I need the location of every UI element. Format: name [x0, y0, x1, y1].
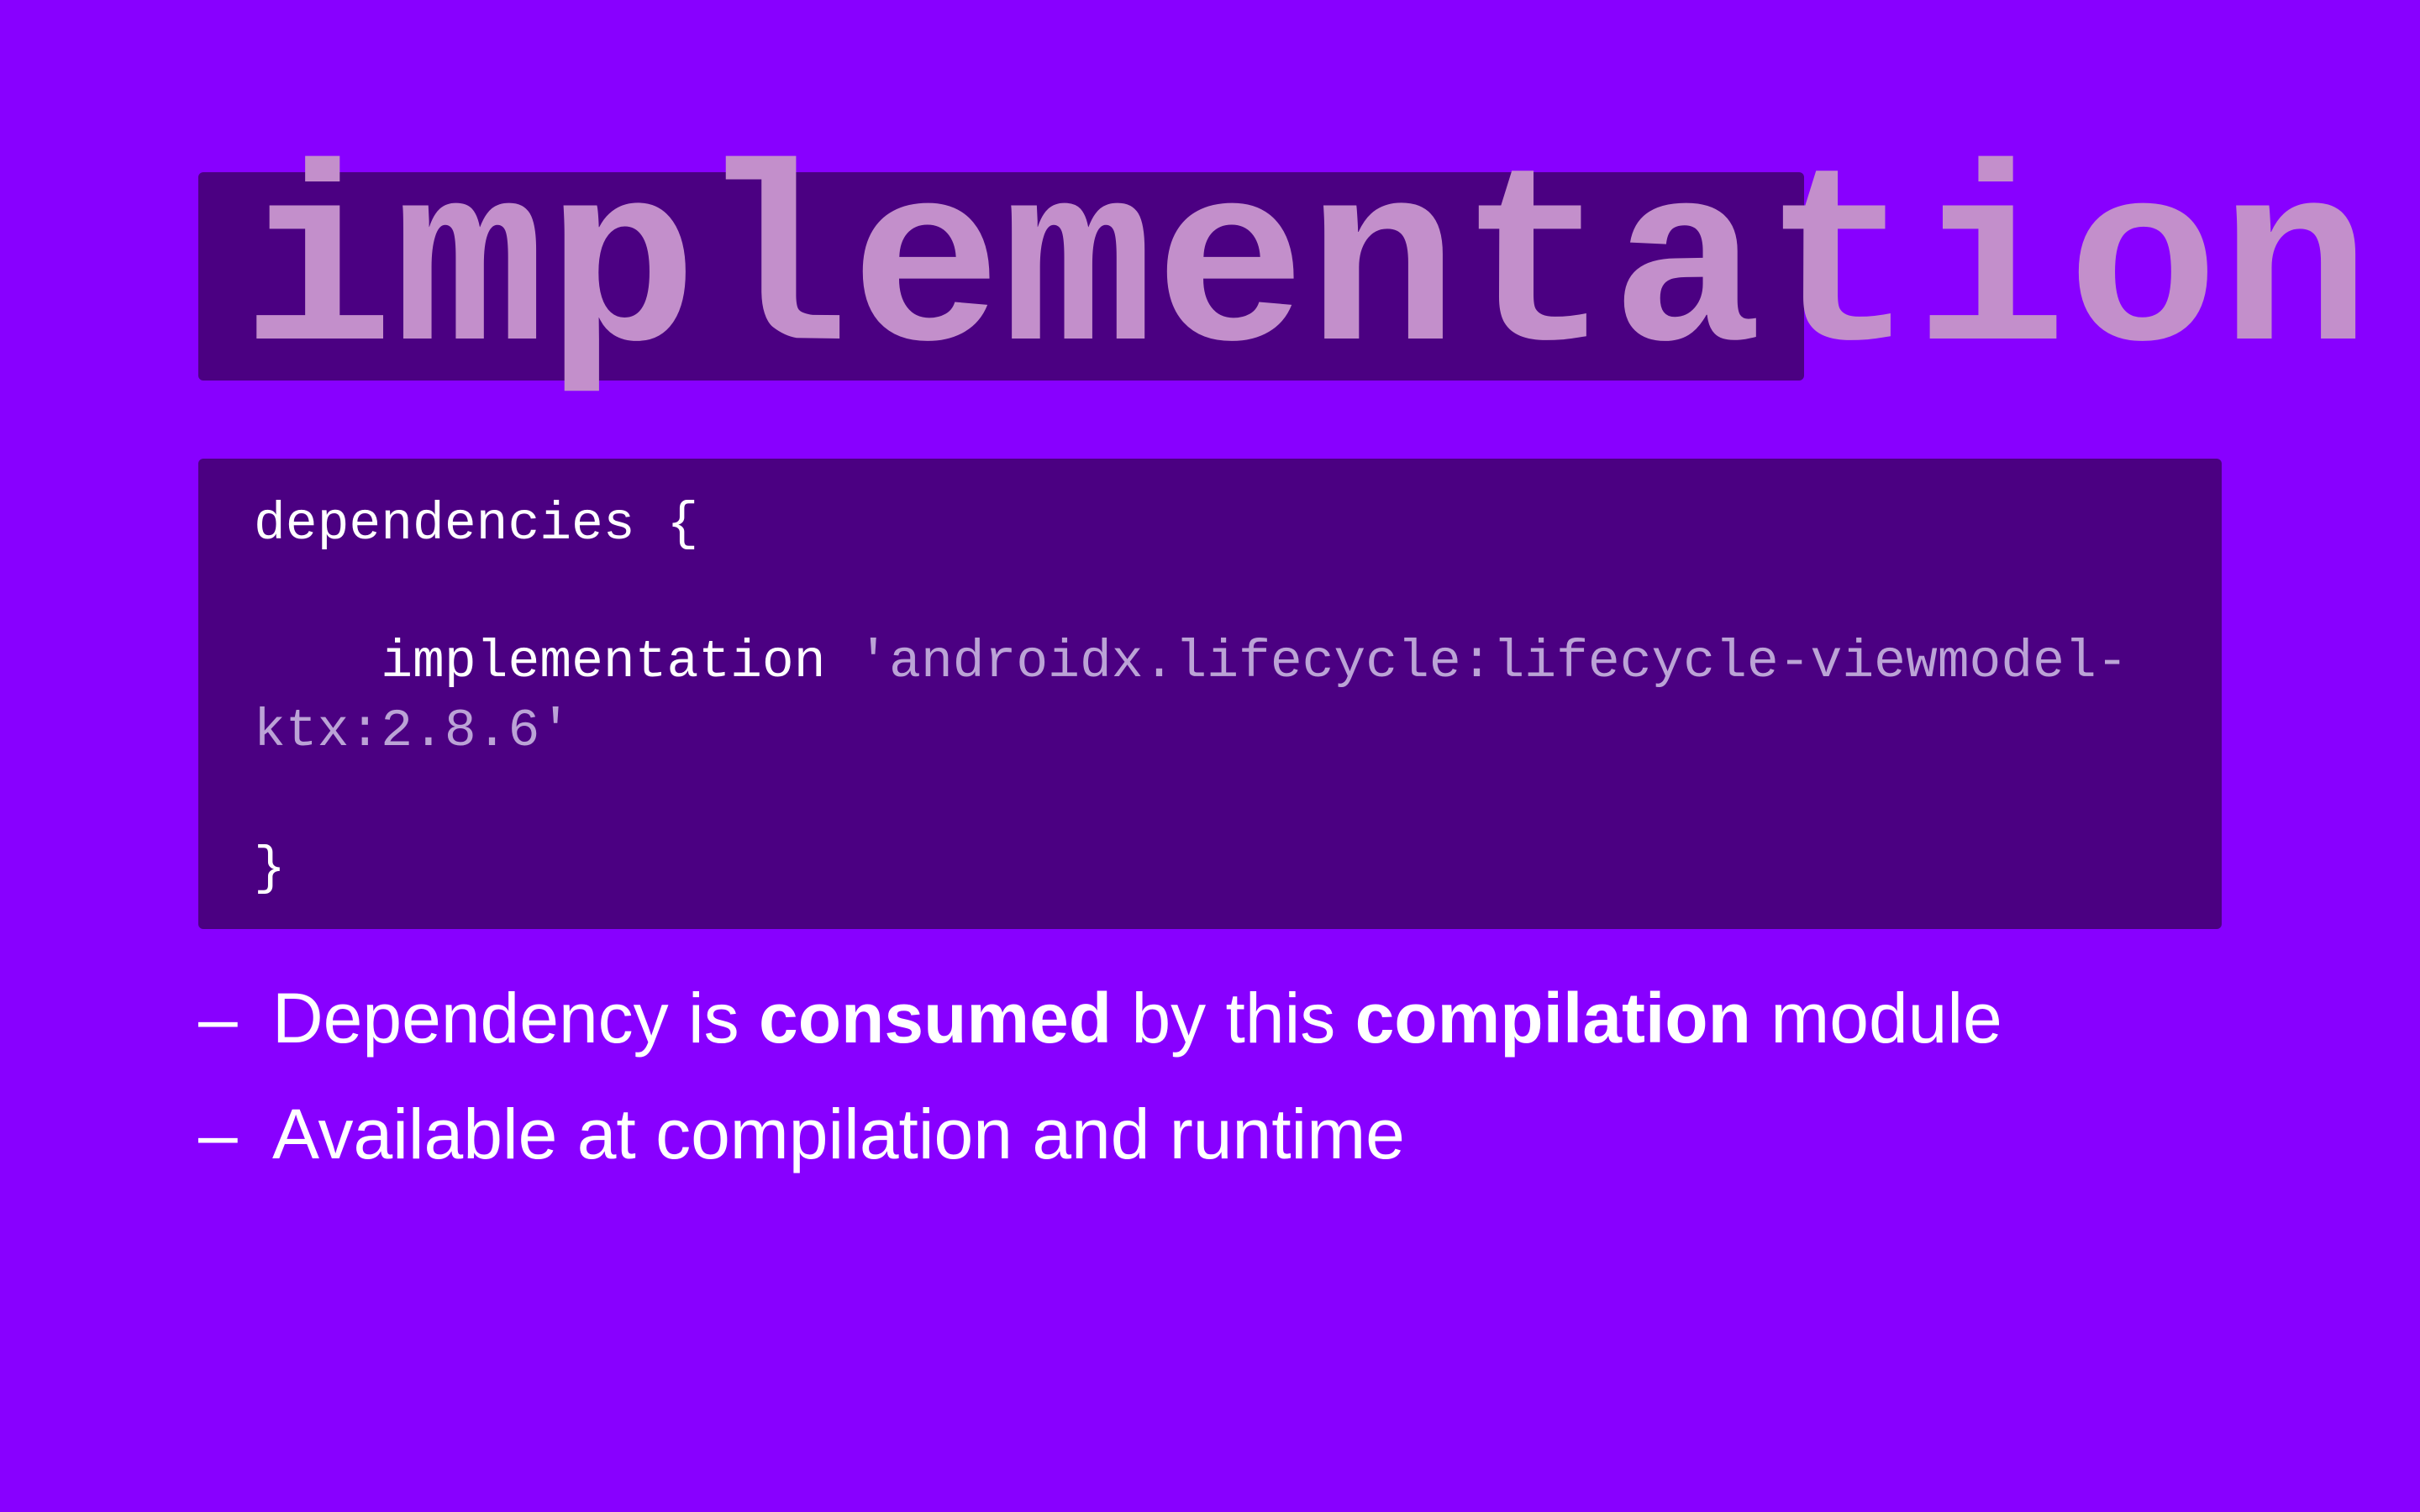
title-panel: implementation [198, 146, 2370, 398]
slide-title: implementation [242, 129, 2372, 415]
code-keyword-implementation: implementation [381, 633, 826, 692]
code-string-artifact-part1: 'androidx.lifecycle:lifecycle-viewmodel- [857, 633, 2128, 692]
bullet-emphasis-compilation: compilation [1355, 979, 1751, 1058]
code-line-closing-brace: } [254, 839, 286, 899]
bullet-emphasis-consumed: consumed [759, 979, 1113, 1058]
bullet-text-part: Dependency is [272, 979, 760, 1058]
bullet-text: Dependency is consumed by this compilati… [272, 983, 2002, 1053]
bullet-text-part: by this [1112, 979, 1355, 1058]
code-line-artifact-wrap: ktx:2.8.6' [254, 697, 2165, 766]
bullet-dash: – [198, 979, 238, 1058]
code-line-implementation: implementation 'androidx.lifecycle:lifec… [254, 628, 2165, 697]
bullet-item-available: – Available at compilation and runtime [198, 1099, 2002, 1215]
bullet-dash: – [198, 1095, 238, 1173]
bullet-text-part: module [1750, 979, 2002, 1058]
code-line-dependencies: dependencies { [254, 495, 699, 554]
bullet-list: – Dependency is consumed by this compila… [198, 983, 2002, 1215]
bullet-text: Available at compilation and runtime [272, 1095, 1405, 1173]
code-string-artifact-part2: ktx:2.8.6' [254, 701, 572, 761]
bullet-item-consumed: – Dependency is consumed by this compila… [198, 983, 2002, 1099]
code-block: dependencies { implementation 'androidx.… [198, 459, 2222, 929]
